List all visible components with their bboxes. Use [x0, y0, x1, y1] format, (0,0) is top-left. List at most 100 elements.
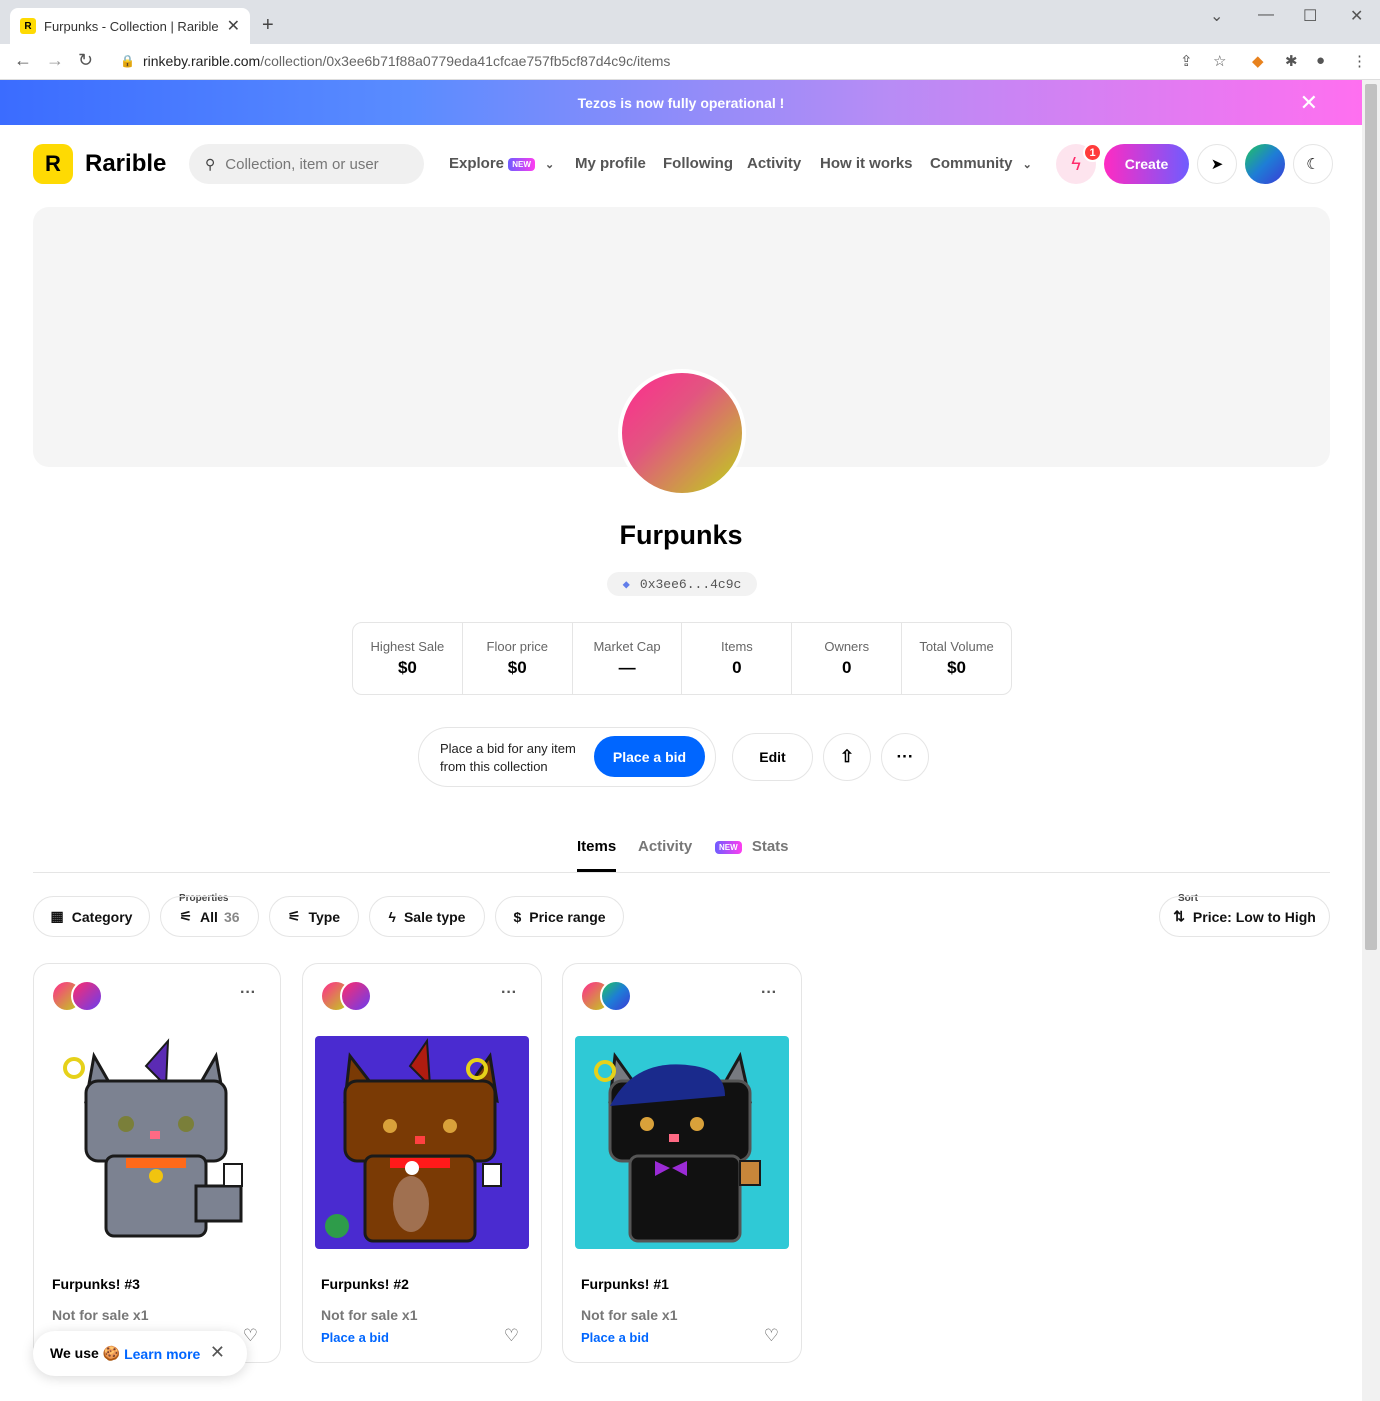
category-filter[interactable]: ▦ Category	[33, 896, 150, 937]
cookie-text: We use 🍪	[50, 1345, 121, 1361]
owner-avatar[interactable]	[600, 980, 632, 1012]
new-tab-icon[interactable]: +	[262, 14, 274, 37]
nav-my-profile[interactable]: My profile	[575, 155, 646, 172]
owner-avatar[interactable]	[71, 980, 103, 1012]
tab-activity[interactable]: Activity	[638, 838, 692, 855]
logo-text[interactable]: Rarible	[85, 150, 166, 178]
item-card[interactable]: ··· Furpunks! #1 Not for sale x1 Place a…	[562, 963, 802, 1363]
metamask-icon[interactable]: ◆	[1252, 52, 1264, 70]
stat-label: Total Volume	[919, 639, 994, 654]
search-input[interactable]	[225, 155, 406, 173]
bookmark-star-icon[interactable]: ☆	[1213, 52, 1226, 70]
heart-icon[interactable]: ♡	[764, 1326, 779, 1346]
contract-address-pill[interactable]: ◆ 0x3ee6...4c9c	[607, 572, 757, 596]
nav-how-it-works[interactable]: How it works	[820, 155, 913, 172]
stat-market-cap: Market Cap —	[573, 623, 683, 694]
nft-image[interactable]	[46, 1036, 260, 1249]
sort-dropdown[interactable]: ⇅ Price: Low to High	[1159, 896, 1330, 937]
tab-title: Furpunks - Collection | Rarible	[44, 18, 219, 34]
tab-close-icon[interactable]: ✕	[227, 16, 240, 36]
card-more-icon[interactable]: ···	[501, 984, 517, 1002]
place-bid-link[interactable]: Place a bid	[321, 1330, 389, 1345]
minimize-icon[interactable]: —	[1258, 6, 1274, 24]
properties-filter[interactable]: ⚟ All 36	[160, 896, 259, 937]
send-button[interactable]: ➤	[1197, 144, 1237, 184]
scrollbar-thumb[interactable]	[1365, 84, 1377, 950]
new-badge: NEW	[508, 157, 535, 171]
banner-close-icon[interactable]: ✕	[1300, 90, 1318, 116]
item-name[interactable]: Furpunks! #1	[581, 1276, 669, 1292]
place-bid-button[interactable]: Place a bid	[594, 736, 705, 777]
nft-image[interactable]	[315, 1036, 529, 1249]
type-filter[interactable]: ⚟ Type	[269, 896, 359, 937]
forward-icon[interactable]: →	[46, 50, 64, 71]
address-bar[interactable]: rinkeby.rarible.com/collection/0x3ee6b71…	[143, 53, 670, 69]
extensions-icon[interactable]: ✱	[1285, 52, 1298, 70]
bolt-icon: ϟ	[1071, 153, 1081, 174]
brown-cat-image	[315, 1036, 529, 1249]
browser-tab-strip: R Furpunks - Collection | Rarible ✕ + ⌄ …	[0, 0, 1380, 44]
grid-icon: ▦	[50, 908, 64, 924]
share-page-icon[interactable]: ⇪	[1180, 52, 1193, 70]
item-card[interactable]: ··· Furpunks! #3 Not for sale x1 ♡	[33, 963, 281, 1363]
stat-value: —	[618, 658, 636, 677]
card-more-icon[interactable]: ···	[761, 984, 777, 1002]
nav-explore[interactable]: Explore NEW ⌄	[449, 155, 554, 172]
window-close-icon[interactable]: ✕	[1350, 6, 1363, 26]
cookie-close-icon[interactable]: ✕	[210, 1342, 225, 1363]
rarible-favicon-icon: R	[20, 18, 36, 34]
stat-label: Owners	[824, 639, 870, 654]
edit-button[interactable]: Edit	[732, 733, 813, 781]
user-avatar[interactable]	[1245, 144, 1285, 184]
sliders-icon: ⚟	[179, 908, 193, 924]
stat-label: Floor price	[486, 639, 548, 654]
chevron-down-icon: ⌄	[545, 159, 555, 171]
lock-icon[interactable]: 🔒	[120, 54, 135, 68]
profile-icon[interactable]: ●	[1316, 52, 1325, 69]
maximize-icon[interactable]: ☐	[1303, 6, 1317, 26]
nav-activity[interactable]: Activity	[747, 155, 801, 172]
tab-search-icon[interactable]: ⌄	[1210, 6, 1223, 26]
item-name[interactable]: Furpunks! #3	[52, 1276, 140, 1292]
item-card[interactable]: ··· Furpunks! #2 Not for sale x1 Place a…	[302, 963, 542, 1363]
announcement-banner: Tezos is now fully operational ! ✕	[0, 80, 1362, 125]
nav-following[interactable]: Following	[663, 155, 733, 172]
sort-arrows-icon: ⇅	[1173, 908, 1185, 924]
lightning-icon: ϟ	[388, 908, 396, 925]
nav-community[interactable]: Community ⌄	[930, 155, 1032, 172]
place-bid-link[interactable]: Place a bid	[581, 1330, 649, 1345]
reload-icon[interactable]: ↻	[78, 50, 93, 71]
stat-value: $0	[397, 658, 417, 677]
owner-avatars	[51, 980, 111, 1012]
owner-avatar[interactable]	[340, 980, 372, 1012]
share-button[interactable]: ⇧	[823, 733, 871, 781]
create-button[interactable]: Create	[1104, 144, 1189, 184]
browser-tab[interactable]: R Furpunks - Collection | Rarible ✕	[10, 8, 250, 44]
tab-stats[interactable]: NEW Stats	[715, 838, 789, 855]
search-box[interactable]: ⚲	[189, 144, 424, 184]
stat-value: $0	[947, 658, 967, 677]
item-name[interactable]: Furpunks! #2	[321, 1276, 409, 1292]
card-more-icon[interactable]: ···	[240, 984, 256, 1002]
sale-type-filter[interactable]: ϟ Sale type	[369, 896, 485, 937]
stat-value: $0	[507, 658, 527, 677]
more-options-button[interactable]: ···	[881, 733, 929, 781]
browser-menu-icon[interactable]: ⋮	[1352, 52, 1367, 70]
heart-icon[interactable]: ♡	[504, 1326, 519, 1346]
rarible-logo-icon[interactable]: R	[33, 144, 73, 184]
stat-label: Highest Sale	[370, 639, 445, 654]
stat-items: Items 0	[682, 623, 793, 694]
contract-address: 0x3ee6...4c9c	[639, 576, 742, 592]
price-range-filter[interactable]: $ Price range	[495, 896, 624, 937]
item-sale-status: Not for sale x1	[581, 1307, 678, 1323]
item-sale-status: Not for sale x1	[321, 1307, 418, 1323]
stat-total-volume: Total Volume $0	[902, 623, 1011, 694]
tab-items[interactable]: Items	[577, 838, 616, 855]
page-scrollbar[interactable]	[1362, 80, 1380, 1401]
nft-image[interactable]	[575, 1036, 789, 1249]
learn-more-link[interactable]: Learn more	[124, 1346, 200, 1362]
ethereum-icon: ◆	[622, 577, 630, 592]
gray-cat-image	[46, 1036, 260, 1249]
back-icon[interactable]: ←	[14, 50, 32, 71]
dark-mode-toggle[interactable]: ☾	[1293, 144, 1333, 184]
